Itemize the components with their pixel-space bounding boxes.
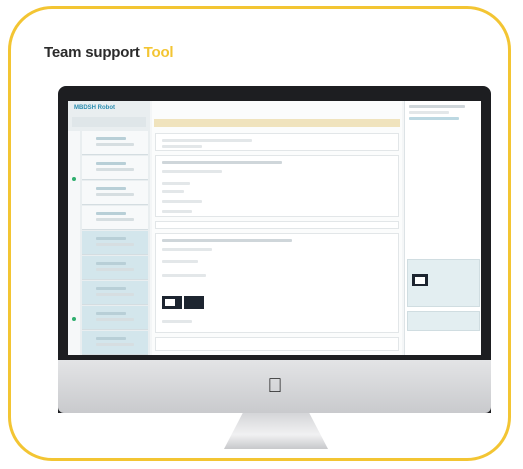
info-card: [407, 311, 480, 331]
status-column: [68, 131, 80, 355]
imac-screen: MBDSH Robot: [68, 101, 481, 355]
ticket-list-item[interactable]: [82, 256, 148, 280]
ticket-sidebar: MBDSH Robot: [68, 101, 150, 355]
info-card: [407, 259, 480, 307]
ticket-list-item[interactable]: [82, 281, 148, 305]
details-panel: [404, 101, 481, 355]
message-block: [155, 233, 399, 333]
ticket-list-item-selected[interactable]: [82, 231, 148, 255]
ticket-info-bar: [154, 119, 400, 127]
ticket-list-item[interactable]: [82, 131, 148, 155]
divider-row: [155, 221, 399, 229]
ticket-list-item[interactable]: [82, 331, 148, 355]
info-thumbnail: [412, 274, 428, 286]
apple-logo-icon: : [266, 376, 284, 396]
message-block: [155, 155, 399, 217]
reply-box[interactable]: [155, 337, 399, 351]
app-logo: MBDSH Robot: [74, 105, 115, 111]
attachment-thumbnail[interactable]: [184, 296, 204, 309]
status-dot-icon: [72, 317, 76, 321]
card-title-accent: Tool: [143, 44, 174, 61]
status-dot-icon: [72, 177, 76, 181]
card-title: Team support Tool: [44, 44, 174, 61]
conversation-panel: [152, 101, 402, 355]
message-block: [155, 133, 399, 151]
ticket-list-item[interactable]: [82, 306, 148, 330]
card-title-main: Team support: [44, 44, 140, 61]
ticket-filter[interactable]: [72, 117, 146, 127]
attachment-thumbnail[interactable]: [162, 296, 182, 309]
ticket-list-item[interactable]: [82, 156, 148, 180]
ticket-list-item[interactable]: [82, 181, 148, 205]
ticket-list-item[interactable]: [82, 206, 148, 230]
